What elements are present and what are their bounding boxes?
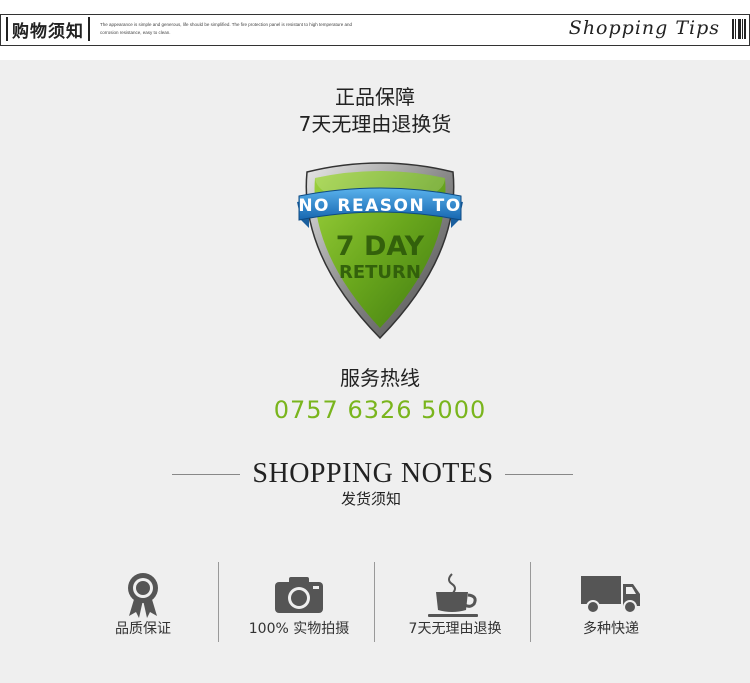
guarantee-line-authentic: 正品保障 — [335, 85, 415, 109]
service-hotline-label: 服务热线 — [340, 366, 420, 390]
feature-quality: 品质保证 — [65, 562, 221, 646]
guarantee-line-return: 7天无理由退换货 — [298, 112, 452, 136]
header-title-box: 购物须知 — [6, 17, 90, 42]
service-phone-number[interactable]: 0757 6326 5000 — [0, 396, 750, 424]
feature-return-policy: 7天无理由退换 — [377, 562, 533, 646]
feature-divider — [218, 562, 219, 642]
feature-real-photos: 100% 实物拍摄 — [221, 562, 377, 646]
feature-label: 100% 实物拍摄 — [248, 621, 350, 637]
shipping-notes-subtitle: 发货须知 — [340, 490, 401, 508]
feature-label: 7天无理由退换 — [408, 621, 502, 637]
features-row: 品质保证 100% 实物拍摄 7天无理由退换 多种快递 — [65, 562, 690, 646]
feature-divider — [530, 562, 531, 642]
feature-delivery: 多种快递 — [533, 562, 689, 646]
guarantee-text: 正品保障 7天无理由退换货 — [0, 84, 750, 138]
badge-days-text: 7 DAY — [336, 231, 425, 262]
header-title: 购物须知 — [12, 21, 84, 42]
feature-label: 多种快递 — [583, 621, 639, 637]
barcode-icon — [732, 19, 746, 39]
award-ribbon-icon — [128, 573, 158, 618]
camera-icon — [275, 577, 323, 613]
feature-divider — [374, 562, 375, 642]
badge-banner-text: NO REASON TO — [298, 196, 461, 216]
delivery-truck-icon — [581, 576, 640, 614]
shopping-tips-label: Shopping Tips — [568, 17, 720, 39]
return-shield-badge: NO REASON TO 7 DAY RETURN — [297, 162, 463, 340]
feature-label: 品质保证 — [115, 621, 171, 637]
shopping-tips-header: 购物须知 The appearance is simple and genero… — [0, 14, 750, 46]
shopping-notes-title: SHOPPING NOTES — [252, 458, 494, 489]
coffee-cup-icon — [428, 573, 478, 617]
header-description: The appearance is simple and generous, l… — [100, 22, 353, 35]
content-panel: 正品保障 7天无理由退换货 NO REASON TO 7 DAY RETURN … — [0, 60, 750, 683]
badge-return-text: RETURN — [339, 262, 421, 283]
